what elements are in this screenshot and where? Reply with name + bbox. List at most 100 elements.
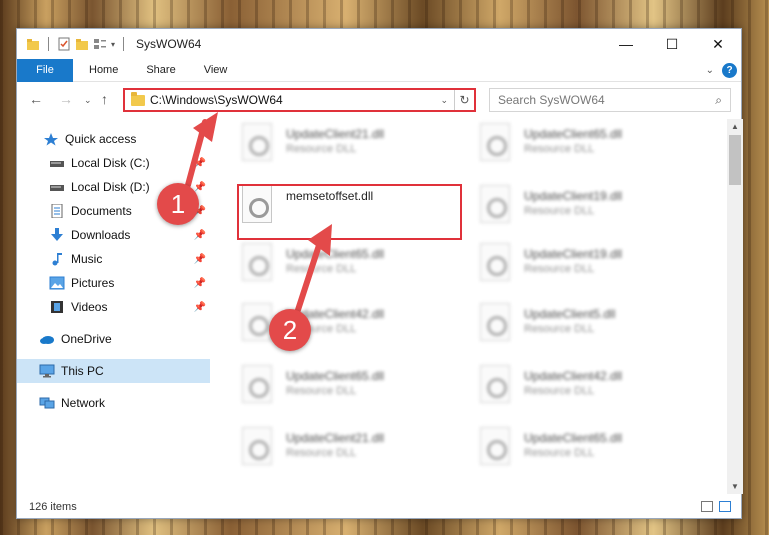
tab-file[interactable]: File (17, 58, 73, 82)
sidebar-item-videos[interactable]: Videos 📌 (17, 295, 210, 319)
large-icons-view-icon[interactable] (719, 501, 731, 512)
file-type: Resource DLL (286, 385, 357, 397)
dll-file-icon (480, 303, 510, 341)
sidebar-item-quick-access[interactable]: Quick access (17, 127, 210, 151)
file-type: Resource DLL (524, 263, 595, 275)
scroll-thumb[interactable] (729, 135, 741, 185)
documents-icon (51, 204, 63, 218)
film-icon (51, 301, 63, 313)
sidebar-item-label: Videos (71, 300, 108, 314)
file-item[interactable]: UpdateClient19.dll Resource DLL (480, 243, 705, 287)
scroll-down-icon[interactable]: ▼ (727, 482, 743, 491)
search-input[interactable]: Search SysWOW64 ⌕ (489, 88, 731, 112)
sidebar-item-label: OneDrive (61, 332, 112, 346)
dll-file-icon (242, 427, 272, 465)
tab-share[interactable]: Share (132, 64, 189, 76)
sidebar-item-onedrive[interactable]: OneDrive (17, 327, 210, 351)
dll-file-icon (480, 365, 510, 403)
address-row: ← → ⌄ ↑ C:\Windows\SysWOW64 ⌄ ↻ Search S… (17, 87, 741, 113)
dll-file-icon (480, 427, 510, 465)
file-name: UpdateClient65.dll (286, 369, 385, 383)
dll-file-icon (242, 123, 272, 161)
file-type: Resource DLL (524, 447, 595, 459)
music-note-icon (52, 253, 62, 266)
file-name: UpdateClient65.dll (524, 127, 623, 141)
sidebar-item-this-pc[interactable]: This PC (17, 359, 210, 383)
file-item[interactable]: UpdateClient21.dll Resource DLL (242, 427, 467, 471)
file-item[interactable]: UpdateClient65.dll Resource DLL (480, 427, 705, 471)
up-arrow-icon[interactable]: ↑ (101, 91, 108, 107)
file-name: UpdateClient19.dll (524, 189, 623, 203)
file-item[interactable]: UpdateClient19.dll Resource DLL (480, 185, 705, 229)
monitor-icon (39, 364, 55, 378)
sidebar-item-music[interactable]: Music 📌 (17, 247, 210, 271)
file-item[interactable]: UpdateClient21.dll Resource DLL (242, 123, 467, 167)
sidebar-item-label: This PC (61, 364, 104, 378)
file-item[interactable]: UpdateClient5.dll Resource DLL (480, 303, 705, 347)
sidebar-item-label: Quick access (65, 132, 137, 146)
help-icon[interactable]: ? (722, 63, 737, 78)
file-item[interactable]: UpdateClient65.dll Resource DLL (242, 365, 467, 409)
file-type: Resource DLL (524, 205, 595, 217)
dll-file-icon (242, 365, 272, 403)
item-count: 126 items (29, 501, 77, 513)
properties-icon[interactable] (57, 37, 71, 51)
file-name: UpdateClient19.dll (524, 247, 623, 261)
folder-icon (131, 91, 145, 106)
file-type: Resource DLL (286, 263, 357, 275)
chevron-down-icon[interactable]: ⌄ (706, 65, 714, 76)
navigation-pane: Quick access Local Disk (C:) 📌 Local Dis… (17, 121, 210, 496)
sidebar-item-label: Network (61, 396, 106, 410)
separator (48, 37, 49, 51)
dll-file-icon (480, 185, 510, 223)
step-badge-2: 2 (269, 309, 311, 351)
tab-view[interactable]: View (190, 64, 242, 76)
sidebar-item-label: Pictures (71, 276, 115, 290)
address-bar[interactable]: C:\Windows\SysWOW64 ⌄ ↻ (123, 88, 476, 112)
minimize-button[interactable]: — (603, 29, 649, 59)
pin-icon: 📌 (193, 301, 206, 313)
sidebar-item-local-disk-c[interactable]: Local Disk (C:) 📌 (17, 151, 210, 175)
file-item[interactable]: UpdateClient65.dll Resource DLL (242, 243, 467, 287)
pictures-icon (49, 276, 65, 290)
pin-icon: 📌 (193, 157, 206, 169)
window-controls: — ☐ ✕ (603, 29, 741, 59)
address-path[interactable]: C:\Windows\SysWOW64 (150, 93, 440, 107)
refresh-icon[interactable]: ↻ (454, 90, 474, 110)
network-icon (39, 397, 55, 409)
ribbon-tabs: File Home Share View ⌄ ? (17, 58, 741, 82)
chevron-down-icon[interactable]: ⌄ (440, 95, 448, 106)
sidebar-item-pictures[interactable]: Pictures 📌 (17, 271, 210, 295)
file-name: UpdateClient42.dll (524, 369, 623, 383)
file-item[interactable]: UpdateClient65.dll Resource DLL (480, 123, 705, 167)
details-view-icon[interactable] (701, 501, 713, 512)
close-button[interactable]: ✕ (695, 29, 741, 59)
search-icon[interactable]: ⌕ (715, 93, 722, 108)
title-bar: ▾ SysWOW64 — ☐ ✕ (17, 29, 741, 59)
scroll-up-icon[interactable]: ▲ (727, 122, 743, 131)
sidebar-item-downloads[interactable]: Downloads 📌 (17, 223, 210, 247)
recent-locations-chevron-icon[interactable]: ⌄ (84, 95, 92, 106)
file-name: UpdateClient65.dll (286, 247, 385, 261)
vertical-scrollbar[interactable]: ▲ ▼ (727, 119, 743, 494)
file-explorer-window: ▾ SysWOW64 — ☐ ✕ File Home Share View ⌄ … (16, 28, 743, 519)
step-badge-1: 1 (157, 183, 199, 225)
tab-home[interactable]: Home (75, 64, 132, 76)
maximize-button[interactable]: ☐ (649, 29, 695, 59)
file-type: Resource DLL (286, 143, 357, 155)
file-name: UpdateClient5.dll (524, 307, 616, 321)
sidebar-item-label: Local Disk (D:) (71, 180, 150, 194)
star-icon (44, 133, 58, 146)
pin-icon: 📌 (193, 229, 206, 241)
chevron-down-icon[interactable]: ▾ (111, 40, 115, 49)
new-folder-icon[interactable] (75, 37, 89, 51)
search-placeholder: Search SysWOW64 (498, 93, 605, 107)
customize-toolbar-icon[interactable] (93, 37, 107, 51)
separator (123, 37, 125, 51)
sidebar-item-network[interactable]: Network (17, 391, 210, 415)
forward-arrow-icon[interactable]: → (59, 91, 73, 107)
file-item[interactable]: UpdateClient42.dll Resource DLL (480, 365, 705, 409)
back-arrow-icon[interactable]: ← (29, 91, 43, 107)
ribbon-right-controls: ⌄ ? (706, 63, 737, 78)
pin-icon: 📌 (193, 181, 206, 193)
